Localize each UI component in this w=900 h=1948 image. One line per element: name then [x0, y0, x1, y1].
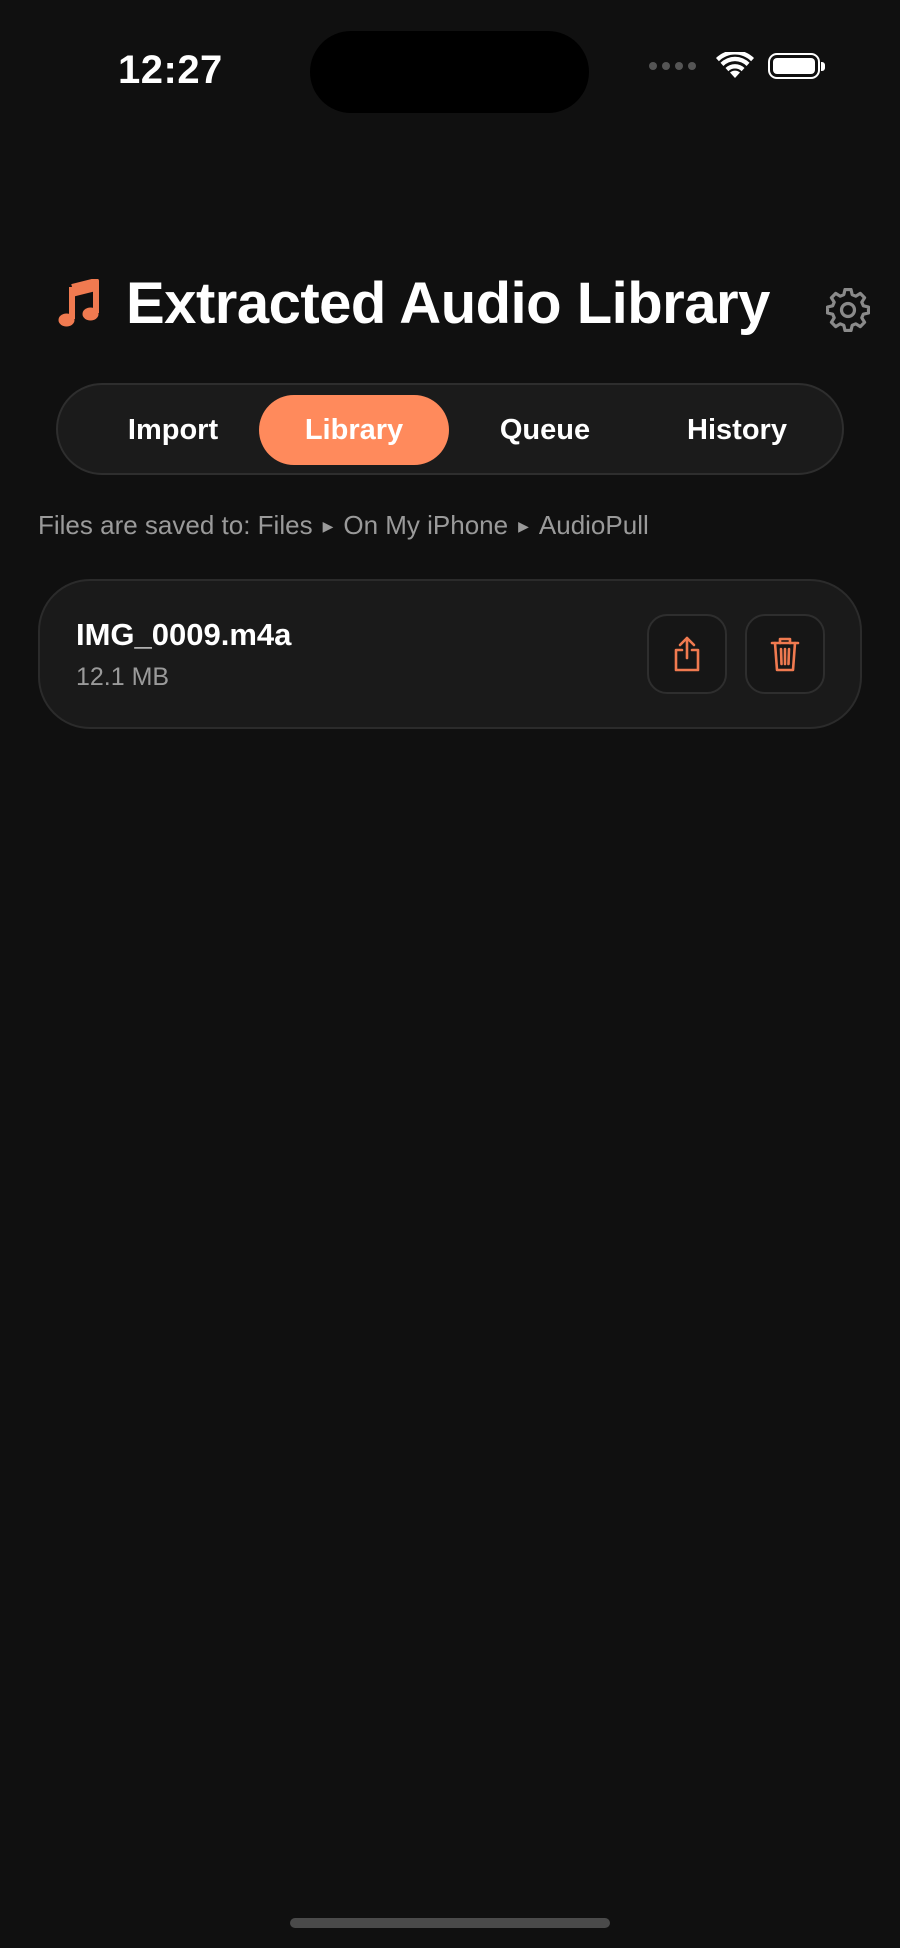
tab-history[interactable]: History [642, 395, 832, 465]
battery-icon [768, 53, 825, 79]
page-title: Extracted Audio Library [126, 271, 770, 336]
file-name: IMG_0009.m4a [76, 617, 292, 652]
delete-button[interactable] [745, 614, 825, 694]
status-icons [649, 52, 825, 80]
status-time: 12:27 [118, 48, 223, 92]
app-screen: 12:27 Extracted Audio Library Import Lib… [0, 0, 900, 1948]
wifi-icon [716, 52, 754, 78]
tab-queue[interactable]: Queue [450, 395, 640, 465]
save-path-segment: Files [257, 510, 313, 540]
header: Extracted Audio Library [58, 270, 770, 337]
trash-icon [770, 637, 800, 672]
cellular-signal-icon [649, 62, 696, 70]
save-path-segment: AudioPull [538, 510, 649, 540]
dynamic-island [310, 31, 589, 113]
file-list-item[interactable]: IMG_0009.m4a 12.1 MB [38, 579, 862, 729]
tab-import[interactable]: Import [78, 395, 268, 465]
home-indicator[interactable] [290, 1918, 610, 1928]
tab-bar: Import Library Queue History [56, 383, 844, 475]
save-path: Files are saved to: Files ▶ On My iPhone ▶ A… [38, 510, 649, 541]
share-button[interactable] [647, 614, 727, 694]
share-icon [674, 636, 700, 672]
file-size: 12.1 MB [76, 663, 170, 691]
chevron-right-icon: ▶ [322, 518, 334, 534]
tab-library[interactable]: Library [259, 395, 449, 465]
music-note-icon [58, 278, 99, 326]
chevron-right-icon: ▶ [518, 518, 529, 534]
gear-icon[interactable] [826, 288, 870, 332]
save-path-prefix: Files are saved to: [38, 510, 251, 540]
save-path-segment: On My iPhone [343, 510, 509, 540]
